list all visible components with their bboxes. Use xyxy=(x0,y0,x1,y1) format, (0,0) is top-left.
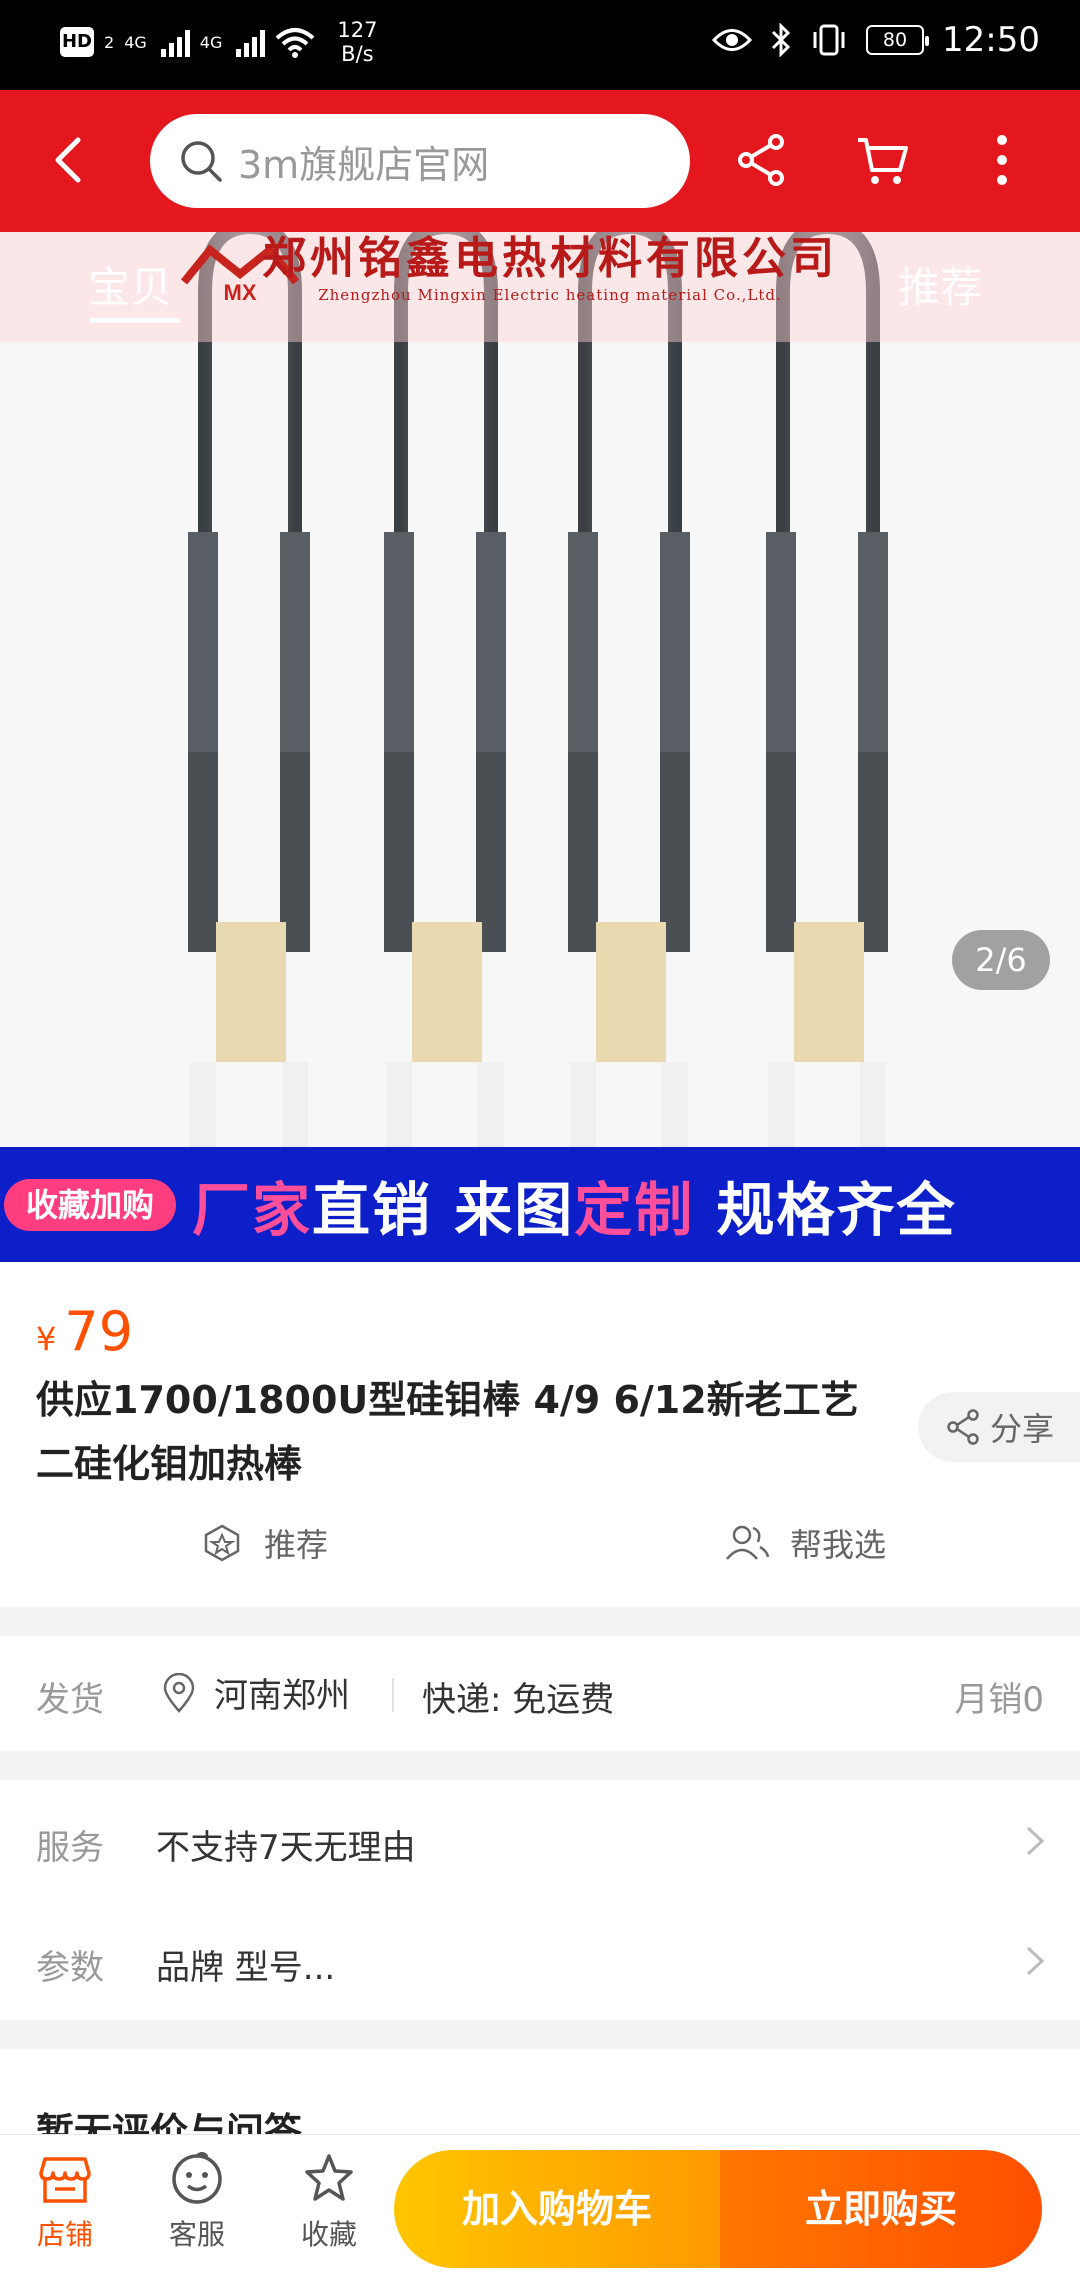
promo-text: 厂家直销 来图定制 规格齐全 xyxy=(192,1163,956,1247)
location-text: 河南郑州 xyxy=(214,1676,350,1716)
vibrate-icon xyxy=(813,24,845,56)
recommend-icon xyxy=(204,1524,240,1562)
params-label: 参数 xyxy=(36,1948,104,1988)
shipping-row: 发货 河南郑州 快递: 免运费 月销0 xyxy=(0,1636,1080,1751)
ship-location: 河南郑州 xyxy=(162,1668,350,1717)
add-to-cart-button[interactable]: 加入购物车 xyxy=(394,2150,720,2268)
product-title: 供应1700/1800U型硅钼棒 4/9 6/12新老工艺二硅化钼加热棒 xyxy=(36,1378,859,1486)
back-icon[interactable] xyxy=(40,130,100,190)
battery-icon: 80 xyxy=(866,25,930,55)
network-speed: 127 B/s xyxy=(337,18,377,66)
sim-index: 2 xyxy=(104,32,115,52)
bluetooth-icon xyxy=(771,23,791,57)
express-fee: 快递: 免运费 xyxy=(422,1680,615,1720)
star-icon xyxy=(305,2154,353,2201)
customer-service-icon xyxy=(172,2152,222,2204)
promo-part-4: 规格齐全 xyxy=(694,1175,957,1244)
network-type-1: 4G xyxy=(124,32,147,52)
brand-name-en: Zhengzhou Mingxin Electric heating mater… xyxy=(318,286,782,304)
bottom-action-bar: 店铺 客服 收藏 加入购物车 立即购买 xyxy=(0,2134,1080,2280)
chevron-right-icon xyxy=(1026,1946,1045,1976)
help-choose-button[interactable]: 帮我选 xyxy=(724,1520,886,1566)
network-type-2: 4G xyxy=(199,32,223,52)
promo-part-1: 厂家 xyxy=(192,1175,313,1244)
customer-service-label: 客服 xyxy=(168,2218,225,2251)
divider xyxy=(392,1678,394,1712)
store-label: 店铺 xyxy=(36,2218,93,2251)
eye-icon xyxy=(712,29,753,51)
store-icon xyxy=(39,2157,91,2203)
promo-part-3: 定制 xyxy=(574,1175,695,1244)
heating-rod-4 xyxy=(766,232,888,1147)
speed-value: 127 xyxy=(337,18,378,42)
speed-unit: B/s xyxy=(341,42,374,66)
share-button[interactable]: 分享 xyxy=(918,1392,1080,1462)
search-icon xyxy=(181,141,222,182)
shipping-label: 发货 xyxy=(36,1680,104,1720)
service-section: 服务 不支持7天无理由 参数 品牌 型号... xyxy=(0,1780,1080,2020)
location-icon xyxy=(163,1672,195,1713)
people-icon xyxy=(726,1525,770,1560)
share-icon xyxy=(947,1409,979,1445)
chevron-right-icon xyxy=(1026,1826,1045,1856)
product-info: ¥79 供应1700/1800U型硅钼棒 4/9 6/12新老工艺二硅化钼加热棒… xyxy=(0,1262,1080,1607)
brand-header: 郑州铭鑫电热材料有限公司 Zhengzhou Mingxin Electric … xyxy=(180,232,920,304)
buy-now-button[interactable]: 立即购买 xyxy=(720,2150,1042,2268)
currency-symbol: ¥ xyxy=(36,1320,57,1358)
favorite-cart-tag: 收藏加购 xyxy=(4,1178,177,1231)
service-value: 不支持7天无理由 xyxy=(156,1828,416,1868)
monthly-sales: 月销0 xyxy=(954,1680,1044,1720)
params-value: 品牌 型号... xyxy=(156,1948,336,1988)
cart-icon[interactable] xyxy=(852,130,912,190)
wifi-icon xyxy=(276,28,315,58)
signal-icon xyxy=(160,27,190,57)
status-left: HD 2 4G 4G 127 B/s xyxy=(60,18,377,66)
heating-rod-2 xyxy=(384,232,506,1147)
recommend-button[interactable]: 推荐 xyxy=(200,1520,328,1566)
product-photo xyxy=(188,232,888,1147)
image-page-indicator: 2/6 xyxy=(952,930,1050,990)
hd-badge: HD xyxy=(60,27,94,57)
recommend-label: 推荐 xyxy=(264,1526,329,1564)
more-icon[interactable] xyxy=(972,130,1032,190)
favorite-button[interactable]: 收藏 xyxy=(274,2151,384,2253)
search-placeholder: 3m旗舰店官网 xyxy=(238,142,490,187)
help-choose-label: 帮我选 xyxy=(790,1526,887,1564)
share-label: 分享 xyxy=(990,1410,1055,1448)
favorite-label: 收藏 xyxy=(300,2218,357,2251)
tab-item[interactable]: 宝贝 xyxy=(88,254,172,315)
brand-name-cn: 郑州铭鑫电热材料有限公司 xyxy=(262,233,838,284)
signal-icon-2 xyxy=(236,27,266,57)
promo-part-2: 直销 来图 xyxy=(312,1175,575,1244)
store-button[interactable]: 店铺 xyxy=(10,2151,120,2253)
promo-banner: 收藏加购 厂家直销 来图定制 规格齐全 xyxy=(0,1147,1080,1262)
heating-rod-1 xyxy=(188,232,310,1147)
service-row[interactable]: 服务 不支持7天无理由 xyxy=(0,1780,1080,1900)
status-bar: HD 2 4G 4G 127 B/s 80 12:50 xyxy=(0,0,1080,90)
share-icon[interactable] xyxy=(732,130,792,190)
reviews-section: 暂无评价与问答 xyxy=(0,2049,1080,2139)
price: ¥79 xyxy=(36,1300,133,1363)
params-row[interactable]: 参数 品牌 型号... xyxy=(0,1900,1080,2020)
service-label: 服务 xyxy=(36,1828,104,1868)
clock: 12:50 xyxy=(942,20,1040,60)
customer-service-button[interactable]: 客服 xyxy=(142,2151,252,2253)
price-value: 79 xyxy=(64,1300,134,1363)
search-input[interactable]: 3m旗舰店官网 xyxy=(150,114,690,208)
heating-rod-3 xyxy=(568,232,690,1147)
status-right: 80 12:50 xyxy=(712,20,1040,60)
tab-underline xyxy=(90,318,180,323)
product-gallery[interactable]: 宝贝 推荐 MX 郑州铭鑫电热材料有限公司 Zhengzhou Mingxin … xyxy=(0,232,1080,1262)
top-nav-bar: 3m旗舰店官网 xyxy=(0,90,1080,232)
